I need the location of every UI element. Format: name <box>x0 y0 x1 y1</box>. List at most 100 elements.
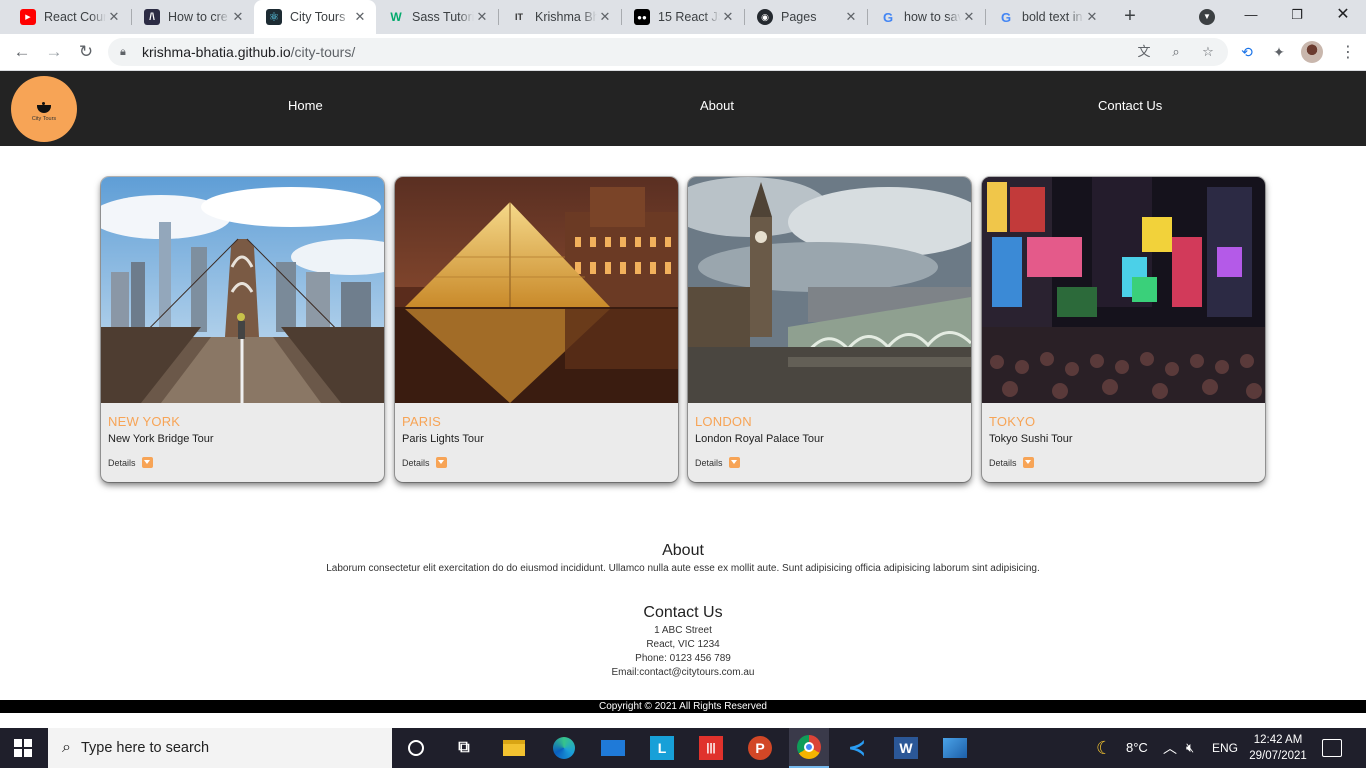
card-details-toggle[interactable]: Details <box>402 457 447 468</box>
windows-start-icon[interactable] <box>14 739 32 757</box>
close-icon[interactable]: ✕ <box>961 9 977 25</box>
tab-bold-text[interactable]: G bold text in ✕ <box>986 0 1108 34</box>
close-icon[interactable]: ✕ <box>843 9 859 25</box>
volume-muted-icon[interactable]: 🔇︎ <box>1186 728 1194 768</box>
nav-about-link[interactable]: About <box>700 98 734 113</box>
card-tour-name: Paris Lights Tour <box>402 433 484 445</box>
vscode-icon[interactable]: ≺ <box>843 734 871 762</box>
edge-icon[interactable] <box>550 734 578 762</box>
address-bar[interactable]: 🔒︎ krishma-bhatia.github.io/city-tours/ <box>108 38 1228 66</box>
close-icon[interactable]: ✕ <box>230 9 246 25</box>
windows-taskbar: ⌕ Type here to search ⧉ L ||| P ≺ W ☾ 8°… <box>0 728 1366 768</box>
close-icon[interactable]: ✕ <box>106 9 122 25</box>
about-text: Laborum consectetur elit exercitation do… <box>326 563 1040 574</box>
chevron-down-icon[interactable] <box>435 457 447 468</box>
url-host: krishma-bhatia.github.io <box>142 44 291 60</box>
tab-title: React Cour <box>44 10 106 24</box>
tour-card-paris: PARIS Paris Lights Tour Details <box>395 177 678 482</box>
site-logo[interactable]: City Tours <box>11 76 77 142</box>
extensions-puzzle-icon[interactable]: ✦ <box>1269 42 1289 62</box>
nav-home-link[interactable]: Home <box>288 98 323 113</box>
forward-button[interactable]: → <box>42 40 66 64</box>
contact-email[interactable]: Email:contact@citytours.com.au <box>0 667 1366 678</box>
word-icon[interactable]: W <box>892 734 920 762</box>
tab-pages[interactable]: ◉ Pages ✕ <box>745 0 867 34</box>
profile-avatar[interactable] <box>1301 41 1323 63</box>
close-icon[interactable]: ✕ <box>352 9 368 25</box>
powerpoint-icon[interactable]: P <box>746 734 774 762</box>
card-tour-name: London Royal Palace Tour <box>695 433 824 445</box>
input-language[interactable]: ENG <box>1212 728 1238 768</box>
close-icon[interactable]: ✕ <box>720 9 736 25</box>
chevron-down-icon[interactable] <box>141 457 153 468</box>
tab-react-course[interactable]: ▶ React Cour ✕ <box>8 0 130 34</box>
window-close-button[interactable]: ✕ <box>1320 0 1366 30</box>
back-button[interactable]: ← <box>10 40 34 64</box>
card-details-toggle[interactable]: Details <box>989 457 1034 468</box>
bookmark-star-icon[interactable]: ☆ <box>1199 43 1217 61</box>
tour-card-tokyo: TOKYO Tokyo Sushi Tour Details <box>982 177 1265 482</box>
tab-krishma[interactable]: IT Krishma Bh ✕ <box>499 0 621 34</box>
notification-center-icon[interactable] <box>1322 739 1342 757</box>
tab-sass-tutorial[interactable]: W Sass Tutori ✕ <box>376 0 498 34</box>
cortana-icon[interactable] <box>402 734 430 762</box>
tab-title: How to cre <box>168 10 228 24</box>
clock-date: 29/07/2021 <box>1249 750 1307 762</box>
nav-contact-link[interactable]: Contact Us <box>1098 98 1162 113</box>
card-tour-name: New York Bridge Tour <box>108 433 214 445</box>
details-label: Details <box>695 457 723 468</box>
tab-title: Krishma Bh <box>535 10 597 24</box>
close-icon[interactable]: ✕ <box>1084 9 1100 25</box>
restore-button[interactable]: ❐ <box>1274 0 1320 30</box>
task-view-icon[interactable]: ⧉ <box>450 734 478 762</box>
extension-sync-icon[interactable]: ⟲ <box>1237 42 1257 62</box>
card-details-toggle[interactable]: Details <box>108 457 153 468</box>
more-menu-icon[interactable]: ⋮ <box>1340 42 1356 62</box>
card-city-name: TOKYO <box>989 414 1036 429</box>
file-explorer-icon[interactable] <box>500 734 528 762</box>
site-navbar: City Tours Home About Contact Us <box>0 71 1366 146</box>
chevron-down-icon[interactable] <box>728 457 740 468</box>
translate-icon[interactable]: 文 <box>1135 43 1153 61</box>
zoom-icon[interactable]: ⌕ <box>1167 43 1185 61</box>
google-icon: G <box>882 9 894 25</box>
tour-card-london: LONDON London Royal Palace Tour Details <box>688 177 971 482</box>
mail-icon[interactable] <box>599 734 627 762</box>
card-details-toggle[interactable]: Details <box>695 457 740 468</box>
tour-card-new-york: NEW YORK New York Bridge Tour Details <box>101 177 384 482</box>
weather-moon-icon[interactable]: ☾ <box>1096 728 1112 768</box>
tab-title: bold text in <box>1022 10 1083 24</box>
tab-search-icon[interactable]: ▼ <box>1199 9 1215 25</box>
medium-icon: ●● <box>634 9 650 25</box>
photos-icon[interactable] <box>941 734 969 762</box>
logo-eye-icon <box>37 102 51 113</box>
tray-chevron-up-icon[interactable]: ︿ <box>1163 728 1177 768</box>
details-label: Details <box>989 457 1017 468</box>
close-icon[interactable]: ✕ <box>597 9 613 25</box>
weather-temperature[interactable]: 8°C <box>1126 728 1148 768</box>
close-icon[interactable]: ✕ <box>474 9 490 25</box>
new-york-image <box>101 177 384 403</box>
minimize-button[interactable]: — <box>1228 0 1274 30</box>
chrome-icon[interactable] <box>789 728 829 768</box>
reload-button[interactable]: ↻ <box>74 40 98 64</box>
chevron-down-icon[interactable] <box>1022 457 1034 468</box>
paris-image <box>395 177 678 403</box>
tab-city-tours[interactable]: ⚛ City Tours ✕ <box>254 0 376 34</box>
launcher-l-icon[interactable]: L <box>648 734 676 762</box>
details-label: Details <box>108 457 136 468</box>
taskbar-search-box[interactable]: ⌕ Type here to search <box>48 728 392 768</box>
app-icon: /\ <box>144 9 160 25</box>
system-clock[interactable]: 12:42 AM 29/07/2021 <box>1243 732 1313 764</box>
tab-how-to-create[interactable]: /\ How to cre ✕ <box>132 0 254 34</box>
app-red-icon[interactable]: ||| <box>697 734 725 762</box>
new-tab-button[interactable]: + <box>1119 5 1141 27</box>
it-icon: IT <box>515 12 523 22</box>
lock-icon[interactable]: 🔒︎ <box>120 46 134 59</box>
search-icon: ⌕ <box>62 739 71 756</box>
tab-15-react-js[interactable]: ●● 15 React JS ✕ <box>622 0 744 34</box>
tab-strip: ▶ React Cour ✕ /\ How to cre ✕ ⚛ City To… <box>0 0 1366 34</box>
site-footer: Copyright © 2021 All Rights Reserved <box>0 700 1366 713</box>
clock-time: 12:42 AM <box>1253 734 1303 746</box>
tab-how-to-save[interactable]: G how to sav ✕ <box>868 0 985 34</box>
